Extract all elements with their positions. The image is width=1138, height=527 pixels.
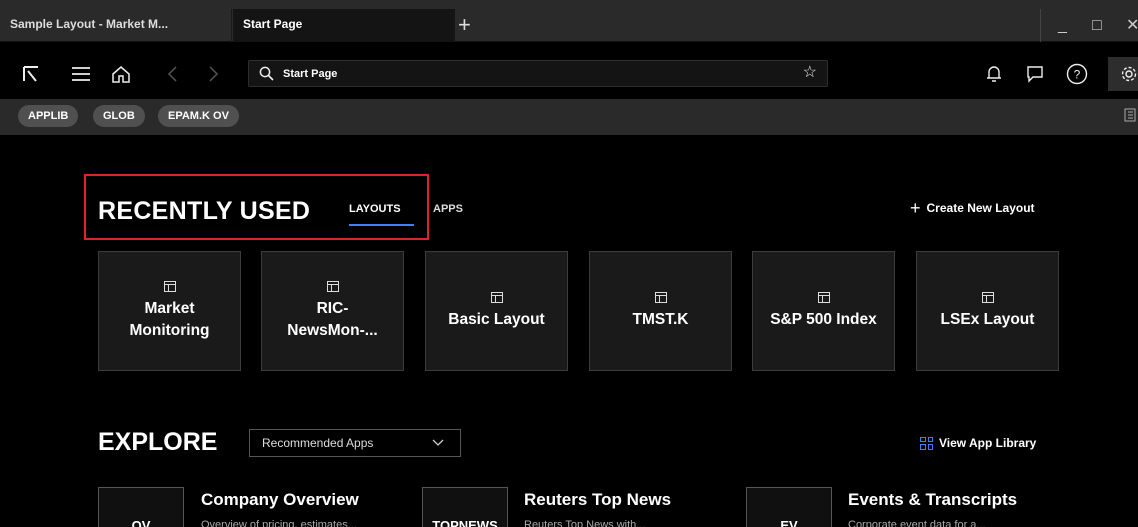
svg-text:?: ?	[1074, 68, 1081, 82]
help-icon[interactable]: ?	[1064, 57, 1090, 91]
quick-access-bar: APPLIB GLOB EPAM.K OV	[0, 99, 1138, 135]
active-tab-indicator	[349, 224, 414, 226]
layout-icon	[163, 280, 176, 292]
layout-card-title: RIC-NewsMon-...	[287, 299, 378, 339]
explore-title: EXPLORE	[98, 428, 218, 456]
app-description: Overview of pricing, estimates...	[201, 519, 357, 527]
app-description: Corporate event data for a...	[848, 519, 986, 527]
chip-applib[interactable]: APPLIB	[18, 105, 79, 127]
chip-glob[interactable]: GLOB	[93, 105, 145, 127]
app-code-tile[interactable]: TOPNEWS	[422, 487, 508, 527]
app-code-tile[interactable]: EV	[746, 487, 832, 527]
layout-card-title: Market Monitoring	[129, 299, 210, 339]
back-icon[interactable]	[160, 57, 184, 91]
search-input[interactable]: Start Page ☆	[248, 60, 828, 87]
layout-card[interactable]: RIC-NewsMon-...	[261, 251, 404, 371]
maximize-button[interactable]: □	[1092, 18, 1102, 34]
layout-icon	[326, 280, 339, 292]
app-description: Reuters Top News with...	[524, 519, 646, 527]
view-app-library-link[interactable]: View App Library	[920, 436, 1036, 450]
layout-card[interactable]: Basic Layout	[425, 251, 568, 371]
minimize-button[interactable]: _	[1058, 18, 1067, 34]
app-title[interactable]: Reuters Top News	[524, 490, 671, 510]
layout-card-title: LSEx Layout	[940, 310, 1035, 328]
layout-icon	[817, 291, 830, 303]
messenger-icon[interactable]	[1022, 57, 1048, 91]
new-tab-button[interactable]: +	[458, 14, 471, 36]
chevron-down-icon	[432, 430, 444, 465]
panel-toggle-icon[interactable]	[1124, 108, 1136, 125]
view-app-library-label: View App Library	[939, 436, 1037, 450]
layout-card[interactable]: TMST.K	[589, 251, 732, 371]
search-icon	[259, 66, 274, 86]
layout-card-title: Basic Layout	[448, 310, 545, 328]
notification-bell-icon[interactable]	[982, 57, 1006, 91]
layout-card-title: S&P 500 Index	[770, 310, 877, 328]
layout-card[interactable]: S&P 500 Index	[752, 251, 895, 371]
layout-card[interactable]: Market Monitoring	[98, 251, 241, 371]
settings-button[interactable]	[1108, 57, 1138, 91]
app-code-tile[interactable]: OV	[98, 487, 184, 527]
grid-icon	[920, 436, 933, 450]
layout-icon	[654, 291, 667, 303]
app-title[interactable]: Events & Transcripts	[848, 490, 1017, 510]
gear-icon	[1120, 65, 1138, 88]
layout-card[interactable]: LSEx Layout	[916, 251, 1059, 371]
divider	[1040, 9, 1041, 42]
tab-layouts[interactable]: LAYOUTS	[349, 203, 401, 215]
forward-icon[interactable]	[202, 57, 226, 91]
close-button[interactable]: ✕	[1126, 18, 1138, 34]
tab-start-page[interactable]: Start Page	[233, 9, 455, 42]
tab-sample-layout[interactable]: Sample Layout - Market M...	[0, 9, 232, 42]
chip-epam[interactable]: EPAM.K OV	[158, 105, 239, 127]
dropdown-value: Recommended Apps	[262, 436, 374, 450]
tab-bar: Sample Layout - Market M... Start Page +…	[0, 0, 1138, 42]
toolbar: Start Page ☆ ?	[0, 57, 1138, 93]
plus-icon: +	[910, 198, 921, 218]
home-icon[interactable]	[106, 57, 136, 91]
app-title[interactable]: Company Overview	[201, 490, 359, 510]
create-new-layout-label: Create New Layout	[926, 201, 1035, 215]
tab-apps[interactable]: APPS	[433, 203, 463, 215]
favorite-star-icon[interactable]: ☆	[803, 65, 817, 81]
search-value: Start Page	[283, 68, 338, 80]
layout-card-title: TMST.K	[632, 310, 689, 328]
tab-label: Sample Layout - Market M...	[10, 17, 169, 31]
recently-used-title: RECENTLY USED	[98, 197, 311, 225]
tab-label: Start Page	[243, 17, 303, 31]
layout-icon	[490, 291, 503, 303]
app-category-dropdown[interactable]: Recommended Apps	[249, 429, 461, 457]
workspace-logo-icon[interactable]	[20, 57, 42, 91]
layout-icon	[981, 291, 994, 303]
menu-icon[interactable]	[66, 57, 96, 91]
create-new-layout-button[interactable]: + Create New Layout	[910, 198, 1035, 218]
